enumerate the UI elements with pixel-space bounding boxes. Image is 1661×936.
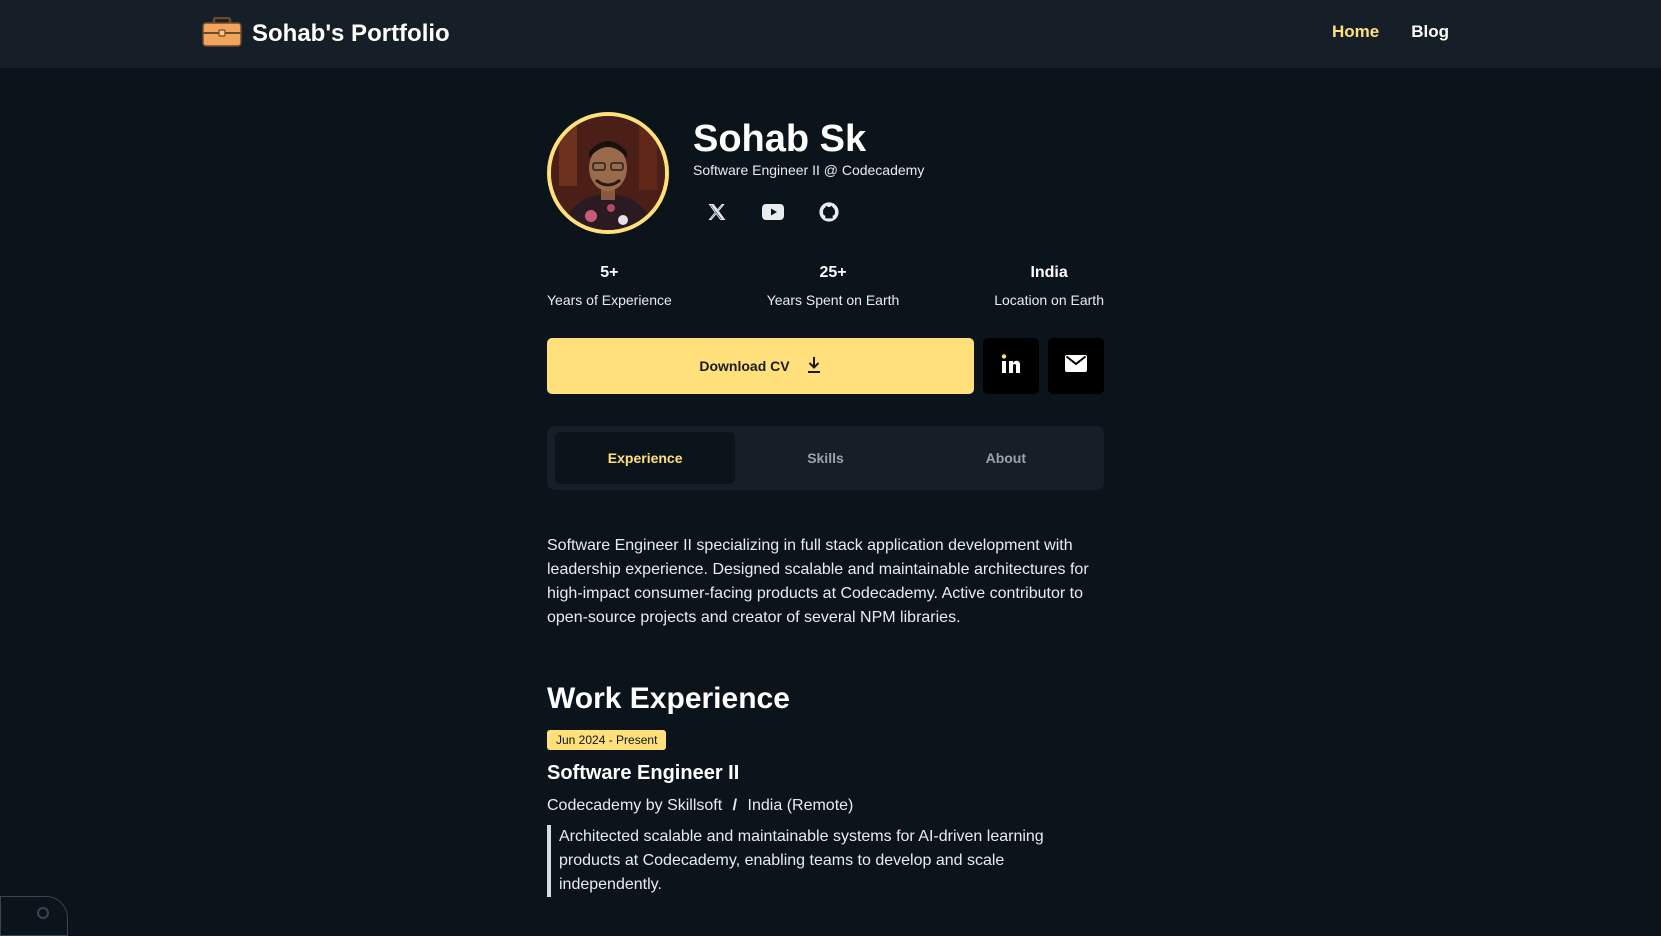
stat-label: Years Spent on Earth (766, 292, 900, 308)
job-meta-separator: / (732, 797, 738, 814)
stat-age: 25+ Years Spent on Earth (763, 264, 903, 308)
job-meta: Codecademy by Skillsoft / India (Remote) (547, 797, 1104, 815)
job-location: India (Remote) (747, 797, 854, 814)
stat-location: India Location on Earth (994, 264, 1104, 308)
job-company: Codecademy by Skillsoft (547, 797, 723, 814)
profile-name: Sohab Sk (693, 118, 867, 160)
stat-experience: 5+ Years of Experience (547, 264, 672, 308)
job-description: Architected scalable and maintainable sy… (547, 825, 1047, 897)
social-links (697, 192, 849, 232)
stat-label: Years of Experience (547, 292, 672, 308)
work-experience-heading: Work Experience (547, 682, 790, 715)
avatar (547, 112, 669, 234)
briefcase-icon (202, 16, 242, 52)
linkedin-button[interactable] (983, 338, 1039, 394)
stat-value: 5+ (600, 264, 619, 281)
stat-label: Location on Earth (994, 292, 1104, 308)
x-twitter-icon[interactable] (697, 192, 737, 232)
gear-icon (35, 905, 51, 926)
email-button[interactable] (1048, 338, 1104, 394)
top-navbar: Sohab's Portfolio Home Blog (0, 0, 1661, 68)
download-cv-label: Download CV (699, 358, 790, 374)
mail-icon (1065, 355, 1087, 377)
experience-summary: Software Engineer II specializing in ful… (547, 537, 1089, 626)
nav-link-blog[interactable]: Blog (1411, 22, 1449, 42)
action-buttons: Download CV (547, 338, 1104, 394)
download-icon (806, 356, 822, 377)
job-title: Software Engineer II (547, 762, 740, 784)
stats-row: 5+ Years of Experience 25+ Years Spent o… (547, 264, 1104, 308)
profile-subtitle: Software Engineer II @ Codecademy (693, 162, 925, 178)
settings-widget[interactable] (0, 896, 68, 936)
tab-experience[interactable]: Experience (555, 432, 736, 484)
stat-value: India (1030, 264, 1068, 281)
brand-link[interactable]: Sohab's Portfolio (202, 14, 450, 54)
brand-title: Sohab's Portfolio (252, 20, 450, 47)
job-entry: Jun 2024 - Present Software Engineer II … (547, 716, 1104, 897)
github-icon[interactable] (809, 192, 849, 232)
section-tabs: Experience Skills About (547, 426, 1104, 490)
stat-value: 25+ (819, 264, 847, 281)
job-date-badge: Jun 2024 - Present (547, 730, 667, 750)
main-nav: Home Blog (1332, 22, 1449, 42)
linkedin-icon (1000, 353, 1022, 380)
nav-link-home[interactable]: Home (1332, 22, 1379, 42)
main-content: Sohab Sk Software Engineer II @ Codecade… (547, 110, 1104, 897)
tab-skills[interactable]: Skills (735, 432, 915, 484)
tab-about[interactable]: About (916, 432, 1096, 484)
download-cv-button[interactable]: Download CV (547, 338, 974, 394)
profile-header: Sohab Sk Software Engineer II @ Codecade… (547, 110, 1104, 234)
youtube-icon[interactable] (753, 192, 793, 232)
